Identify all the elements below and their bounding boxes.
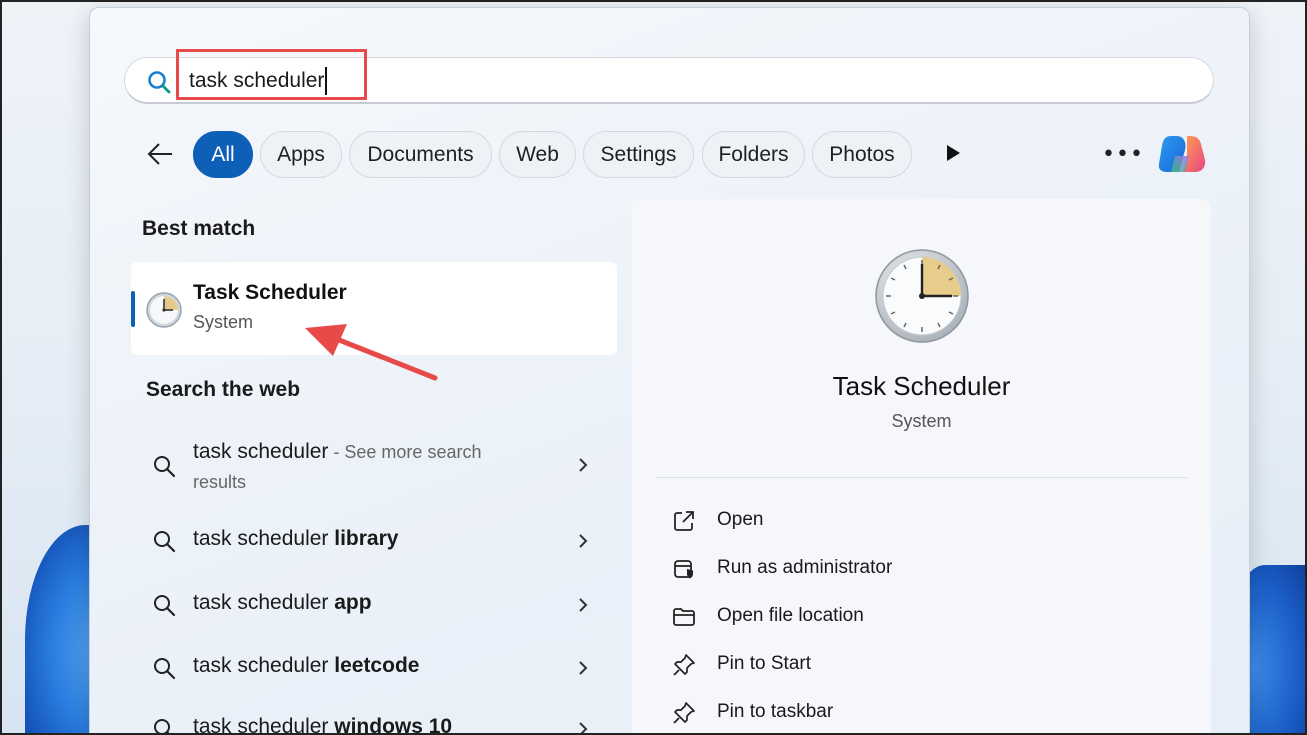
arrow-left-icon	[147, 143, 172, 165]
action-run-as-admin[interactable]: Run as administrator	[660, 548, 1180, 588]
search-icon	[154, 719, 172, 735]
web-query: task scheduler	[193, 440, 329, 463]
action-pin-to-start[interactable]: Pin to Start	[660, 644, 1180, 684]
web-result-text: task scheduler library	[193, 527, 398, 551]
annotation-arrow	[305, 324, 438, 381]
best-match-subtitle: System	[193, 312, 254, 332]
action-pin-to-taskbar[interactable]: Pin to taskbar	[660, 692, 1180, 732]
detail-divider	[656, 477, 1187, 478]
filter-chip-all[interactable]: All	[193, 131, 253, 178]
filter-chip-documents[interactable]: Documents	[349, 131, 492, 178]
web-query-suffix-line2: results	[193, 472, 247, 492]
best-match-title: Task Scheduler	[193, 281, 347, 304]
filter-chip-web[interactable]: Web	[499, 131, 576, 178]
search-web-heading: Search the web	[146, 378, 301, 401]
action-open-file-location[interactable]: Open file location	[660, 596, 1180, 636]
filter-chip-photos[interactable]: Photos	[812, 131, 912, 178]
detail-subtitle: System	[891, 411, 952, 431]
action-label: Open file location	[717, 605, 864, 626]
chevron-right-icon	[579, 598, 588, 612]
chevron-right-icon	[579, 458, 588, 472]
pin-icon	[673, 654, 695, 676]
web-query-completion: leetcode	[334, 654, 420, 677]
web-query-completion: app	[334, 591, 372, 614]
selection-indicator	[131, 291, 135, 327]
best-match-heading: Best match	[142, 217, 256, 240]
web-query-completion: windows 10	[334, 715, 453, 735]
search-icon	[154, 456, 176, 478]
filter-chip-apps[interactable]: Apps	[260, 131, 342, 178]
web-query-suffix: - See more search	[328, 442, 482, 462]
web-result-item[interactable]: task scheduler windows 10	[145, 715, 605, 735]
shield-admin-icon	[674, 560, 693, 579]
more-options-icon[interactable]: •••	[1102, 140, 1143, 168]
clock-app-icon	[146, 292, 182, 328]
open-external-icon	[674, 511, 694, 531]
action-label: Run as administrator	[717, 557, 893, 578]
filter-chip-folders[interactable]: Folders	[702, 131, 805, 178]
web-result-text: task scheduler app	[193, 591, 372, 615]
web-result-item[interactable]: task scheduler - See more search results	[145, 440, 605, 498]
chevron-right-icon	[579, 722, 588, 735]
back-button[interactable]	[143, 137, 177, 171]
action-open[interactable]: Open	[660, 500, 1180, 540]
annotation-highlight-box	[176, 49, 367, 100]
detail-title: Task Scheduler	[832, 371, 1011, 401]
filter-chip-settings[interactable]: Settings	[583, 131, 694, 178]
web-result-text: task scheduler leetcode	[193, 654, 419, 678]
chevron-right-icon	[579, 534, 588, 548]
web-result-item[interactable]: task scheduler app	[145, 591, 605, 631]
search-icon	[154, 658, 176, 680]
web-query-completion: library	[334, 527, 399, 550]
web-query: task scheduler	[193, 654, 335, 677]
folder-icon	[673, 608, 695, 626]
web-query: task scheduler	[193, 591, 335, 614]
search-icon	[148, 71, 171, 94]
search-icon	[154, 595, 176, 617]
chevron-right-icon	[579, 661, 588, 675]
search-icon	[154, 531, 176, 553]
pin-icon	[673, 702, 695, 724]
action-label: Pin to Start	[717, 653, 811, 674]
web-result-item[interactable]: task scheduler library	[145, 527, 605, 567]
web-result-text: task scheduler - See more search	[193, 440, 481, 464]
copilot-icon[interactable]	[1157, 130, 1207, 178]
web-query: task scheduler	[193, 527, 335, 550]
web-result-item[interactable]: task scheduler leetcode	[145, 654, 605, 694]
web-query: task scheduler	[193, 715, 335, 735]
more-filters-play-icon[interactable]	[942, 142, 964, 164]
web-result-text: task scheduler windows 10	[193, 715, 452, 735]
action-label: Open	[717, 509, 764, 530]
clock-app-large-icon	[875, 249, 969, 343]
action-label: Pin to taskbar	[717, 701, 834, 722]
